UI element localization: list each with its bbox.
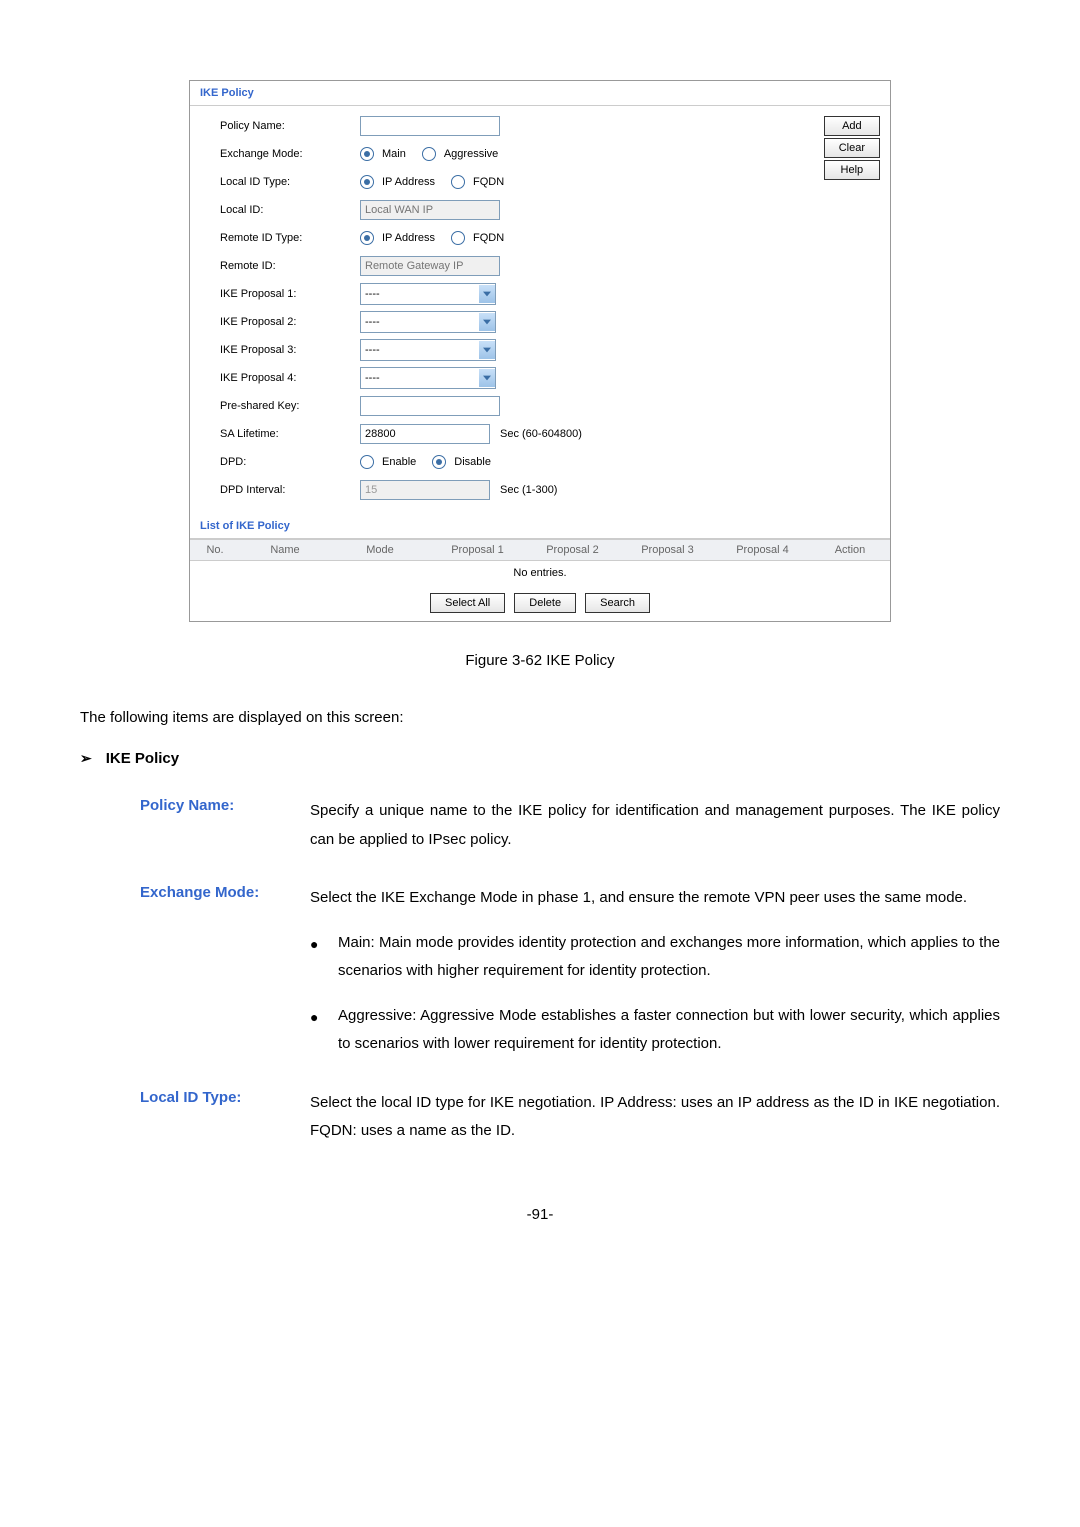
select-ike-proposal-3[interactable]: ---- (360, 339, 496, 361)
radio-label-local-fqdn: FQDN (473, 176, 504, 188)
select-value-2: ---- (365, 316, 380, 328)
select-value-1: ---- (365, 288, 380, 300)
label-local-id: Local ID: (220, 204, 360, 216)
radio-exchange-main[interactable] (360, 147, 374, 161)
th-p1: Proposal 1 (430, 544, 525, 556)
delete-button[interactable]: Delete (514, 593, 576, 613)
label-preshared-key: Pre-shared Key: (220, 400, 360, 412)
page-number: -91- (80, 1206, 1000, 1223)
ike-policy-screenshot: IKE Policy Policy Name: Exchange Mode: M… (189, 80, 891, 622)
th-action: Action (810, 544, 890, 556)
chevron-down-icon (479, 341, 495, 359)
radio-local-ip[interactable] (360, 175, 374, 189)
input-dpd-interval (360, 480, 490, 500)
th-p2: Proposal 2 (525, 544, 620, 556)
radio-label-main: Main (382, 148, 406, 160)
bullet-dot-icon: ● (310, 1002, 338, 1059)
select-all-button[interactable]: Select All (430, 593, 505, 613)
th-mode: Mode (330, 544, 430, 556)
section-title-list: List of IKE Policy (190, 514, 890, 539)
radio-label-dpd-enable: Enable (382, 456, 416, 468)
radio-label-aggressive: Aggressive (444, 148, 498, 160)
label-dpd: DPD: (220, 456, 360, 468)
label-policy-name: Policy Name: (220, 120, 360, 132)
search-button[interactable]: Search (585, 593, 650, 613)
chevron-down-icon (479, 369, 495, 387)
radio-label-remote-fqdn: FQDN (473, 232, 504, 244)
radio-local-fqdn[interactable] (451, 175, 465, 189)
intro-text: The following items are displayed on thi… (80, 709, 1000, 726)
no-entries-text: No entries. (190, 560, 890, 585)
label-local-id-type: Local ID Type: (220, 176, 360, 188)
radio-exchange-aggressive[interactable] (422, 147, 436, 161)
label-sa-lifetime: SA Lifetime: (220, 428, 360, 440)
input-remote-id (360, 256, 500, 276)
th-no: No. (190, 544, 240, 556)
label-ike-proposal-4: IKE Proposal 4: (220, 372, 360, 384)
label-remote-id-type: Remote ID Type: (220, 232, 360, 244)
chevron-down-icon (479, 285, 495, 303)
select-ike-proposal-1[interactable]: ---- (360, 283, 496, 305)
label-ike-proposal-1: IKE Proposal 1: (220, 288, 360, 300)
bullet-dot-icon: ● (310, 929, 338, 986)
radio-remote-ip[interactable] (360, 231, 374, 245)
triangle-bullet-icon: ➢ (80, 750, 92, 767)
suffix-dpd-interval: Sec (1-300) (500, 484, 557, 496)
label-ike-proposal-3: IKE Proposal 3: (220, 344, 360, 356)
th-p3: Proposal 3 (620, 544, 715, 556)
label-remote-id: Remote ID: (220, 260, 360, 272)
help-button[interactable]: Help (824, 160, 880, 180)
section-heading: ➢ IKE Policy (80, 750, 1000, 767)
def-term-exchange-mode: Exchange Mode: (140, 884, 310, 1059)
radio-label-remote-ip: IP Address (382, 232, 435, 244)
select-value-4: ---- (365, 372, 380, 384)
figure-caption: Figure 3-62 IKE Policy (80, 652, 1000, 669)
label-ike-proposal-2: IKE Proposal 2: (220, 316, 360, 328)
radio-dpd-enable[interactable] (360, 455, 374, 469)
def-desc-policy-name: Specify a unique name to the IKE policy … (310, 797, 1000, 854)
section-heading-text: IKE Policy (106, 750, 179, 767)
clear-button[interactable]: Clear (824, 138, 880, 158)
def-term-policy-name: Policy Name: (140, 797, 310, 854)
def-desc-exchange-mode: Select the IKE Exchange Mode in phase 1,… (310, 884, 1000, 1059)
label-dpd-interval: DPD Interval: (220, 484, 360, 496)
select-value-3: ---- (365, 344, 380, 356)
radio-remote-fqdn[interactable] (451, 231, 465, 245)
bullet-aggressive-text: Aggressive: Aggressive Mode establishes … (338, 1002, 1000, 1059)
th-p4: Proposal 4 (715, 544, 810, 556)
section-title-ike-policy: IKE Policy (190, 81, 890, 106)
label-exchange-mode: Exchange Mode: (220, 148, 360, 160)
def-desc-exchange-mode-text: Select the IKE Exchange Mode in phase 1,… (310, 889, 967, 906)
def-term-local-id-type: Local ID Type: (140, 1089, 310, 1146)
def-desc-local-id-type: Select the local ID type for IKE negotia… (310, 1089, 1000, 1146)
add-button[interactable]: Add (824, 116, 880, 136)
input-preshared-key[interactable] (360, 396, 500, 416)
table-header-row: No. Name Mode Proposal 1 Proposal 2 Prop… (190, 539, 890, 560)
input-sa-lifetime[interactable] (360, 424, 490, 444)
suffix-sa-lifetime: Sec (60-604800) (500, 428, 582, 440)
input-local-id (360, 200, 500, 220)
select-ike-proposal-4[interactable]: ---- (360, 367, 496, 389)
select-ike-proposal-2[interactable]: ---- (360, 311, 496, 333)
radio-label-local-ip: IP Address (382, 176, 435, 188)
input-policy-name[interactable] (360, 116, 500, 136)
radio-label-dpd-disable: Disable (454, 456, 491, 468)
chevron-down-icon (479, 313, 495, 331)
bullet-main-text: Main: Main mode provides identity protec… (338, 929, 1000, 986)
th-name: Name (240, 544, 330, 556)
radio-dpd-disable[interactable] (432, 455, 446, 469)
